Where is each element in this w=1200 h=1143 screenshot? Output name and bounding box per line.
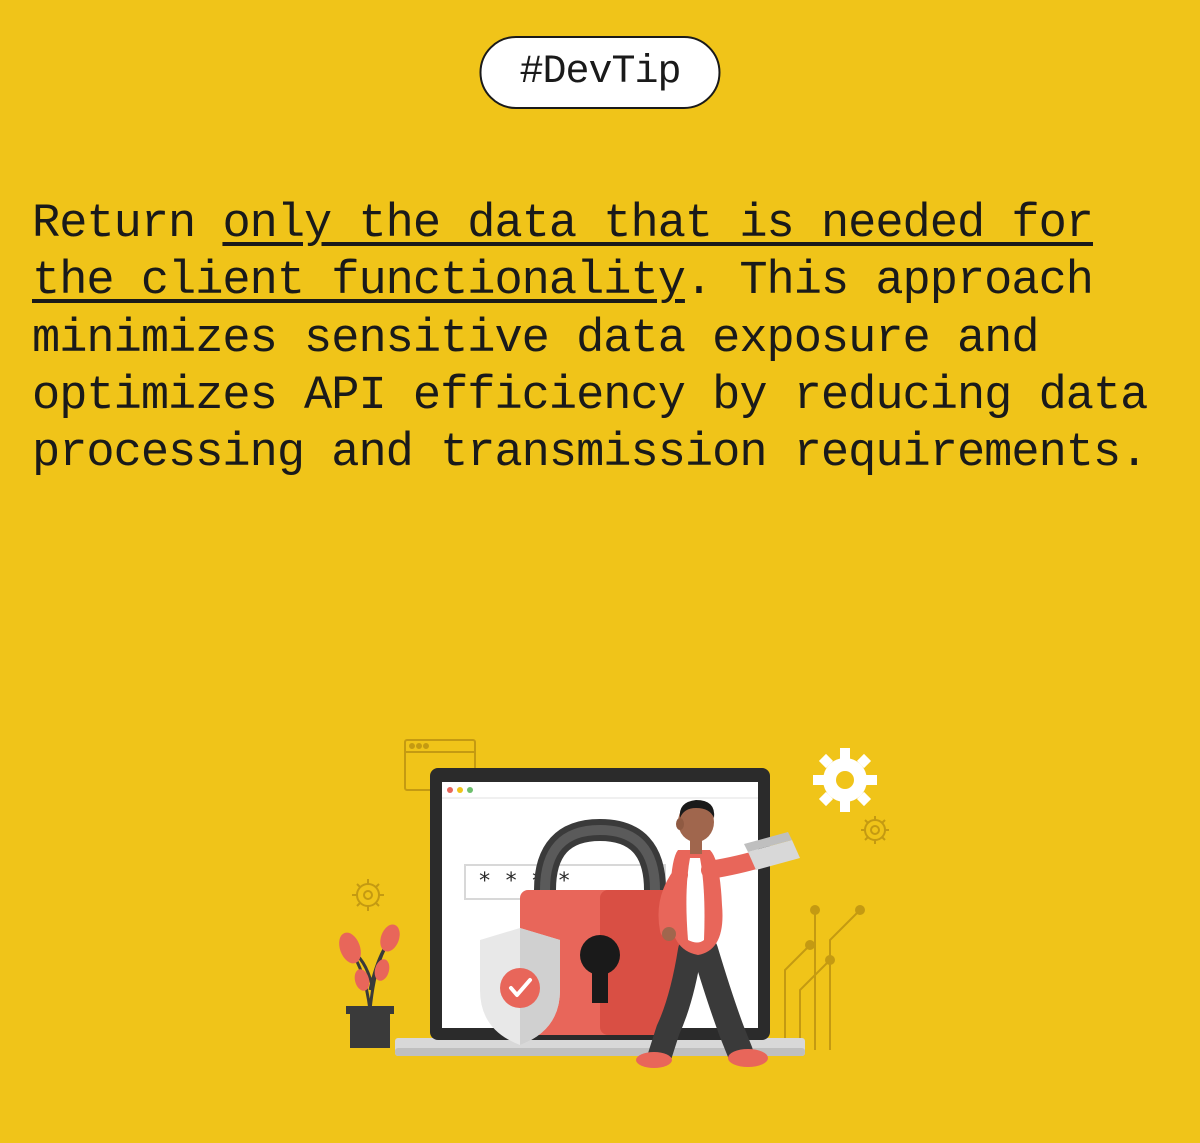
security-illustration: * * * *	[290, 710, 910, 1090]
gear-outline-icon	[352, 879, 384, 911]
badge-label: #DevTip	[519, 50, 680, 95]
tip-text: Return only the data that is needed for …	[32, 196, 1172, 483]
gear-white-icon	[813, 748, 877, 812]
laptop-icon: * * * *	[395, 768, 805, 1056]
circuit-traces-icon	[785, 906, 864, 1050]
gear-small-icon	[861, 816, 889, 844]
devtip-badge: #DevTip	[479, 36, 720, 109]
plant-icon	[335, 922, 403, 1048]
tip-prefix: Return	[32, 198, 222, 251]
